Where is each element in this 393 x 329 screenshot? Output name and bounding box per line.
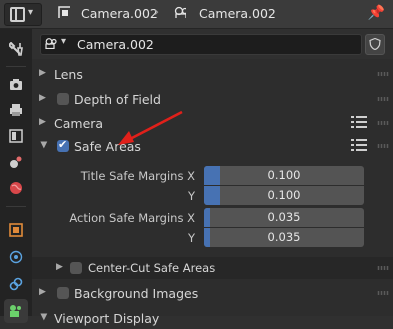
annotation-arrow-shaft bbox=[129, 110, 183, 141]
annotation-arrow bbox=[118, 110, 183, 145]
annotation-arrow-head bbox=[118, 131, 134, 145]
